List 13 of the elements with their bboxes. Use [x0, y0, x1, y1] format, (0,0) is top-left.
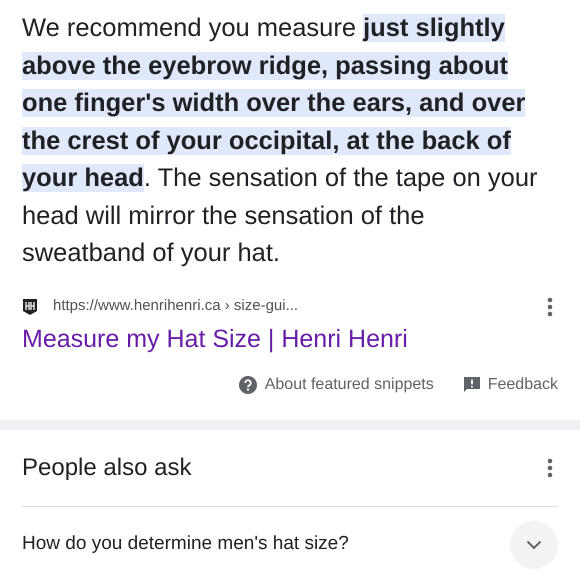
- source-url: https://www.henrihenri.ca › size-gui...: [53, 296, 298, 316]
- section-options-icon[interactable]: [547, 458, 553, 478]
- feedback-link[interactable]: Feedback: [464, 372, 558, 396]
- site-logo-icon: [22, 298, 38, 316]
- chevron-icon: [526, 540, 542, 550]
- question-text[interactable]: How do you determine men's hat size?: [22, 530, 349, 559]
- help-icon: [238, 376, 257, 394]
- feedback-icon: [464, 376, 480, 392]
- about-snippets-link[interactable]: About featured snippets: [238, 372, 434, 396]
- snippet-text: We recommend you measure just slightly above the eyebrow ridge, passing about one finger's width over the ears, and over the crest of your occipital, at the back of your head. The sensation of the tape on your head will mirror the sensation of the sweatband of your hat.: [22, 13, 539, 269]
- result-title-link[interactable]: Measure my Hat Size | Henri Henri: [22, 322, 558, 354]
- more-options-icon[interactable]: [547, 296, 553, 316]
- section-heading: People also ask: [22, 452, 192, 482]
